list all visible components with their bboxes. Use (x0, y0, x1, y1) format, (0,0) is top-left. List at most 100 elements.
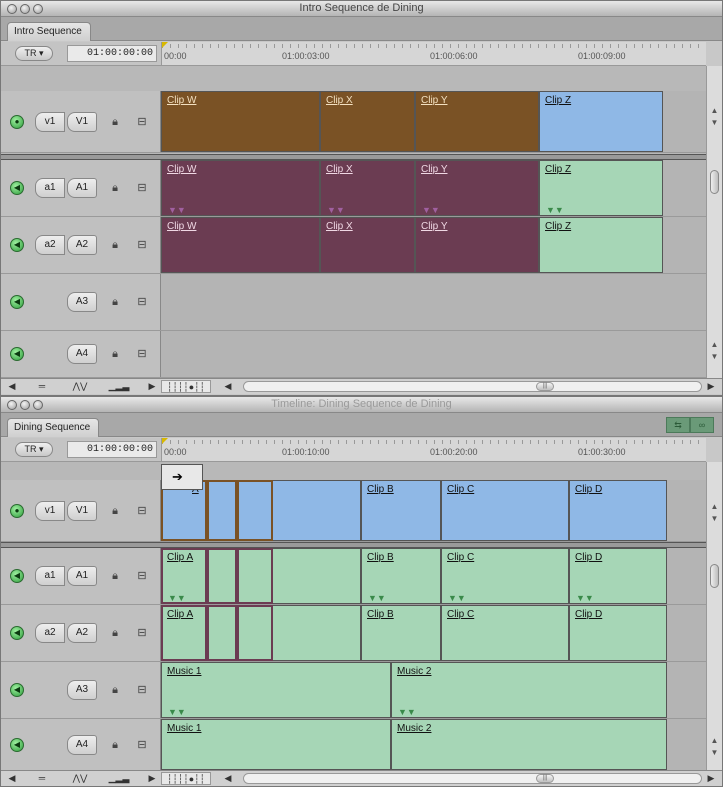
track-height-icon[interactable]: ═ (25, 772, 59, 785)
clip[interactable]: Clip Z ▼▼ (539, 160, 663, 216)
zoom-slider[interactable]: ┆┆┆┆●┆┆ (161, 380, 211, 393)
horizontal-scrollbar[interactable]: ||| (243, 381, 702, 392)
clip[interactable]: Clip C (441, 480, 569, 541)
clip[interactable]: Clip X ▼▼ (320, 160, 415, 216)
audio-toggle-icon[interactable]: ◀︎ (5, 380, 19, 393)
lock-icon[interactable]: 🔒︎ (109, 626, 121, 640)
clip[interactable]: Music 1 (161, 719, 391, 770)
link-icon[interactable]: ⊟ (135, 683, 149, 697)
scroll-thumb[interactable]: ||| (536, 774, 554, 783)
lock-icon[interactable]: 🔒︎ (109, 295, 121, 309)
tr-popup[interactable]: TR ▾ (15, 46, 53, 61)
clip[interactable]: Clip W ▼▼ (161, 160, 320, 216)
link-icon[interactable]: ⊟ (135, 569, 149, 583)
vertical-scrollbar-video[interactable]: ▲ ▼ (706, 462, 722, 542)
scroll-left-icon[interactable]: ◀ (217, 380, 239, 393)
lock-icon[interactable]: 🔒︎ (109, 569, 121, 583)
clip[interactable]: Music 2 (391, 719, 667, 770)
scroll-right-icon[interactable]: ▶ (704, 380, 718, 393)
lock-icon[interactable]: 🔒︎ (109, 181, 121, 195)
timecode-field[interactable]: 01:00:00:00 (67, 441, 157, 458)
speaker-icon[interactable]: ◀︎ (10, 626, 24, 640)
link-icon[interactable]: ⊟ (135, 238, 149, 252)
track-area-a3[interactable] (161, 274, 706, 330)
source-control-a2[interactable]: a2 (35, 623, 65, 643)
scroll-up-icon[interactable]: ▲ (707, 736, 722, 745)
vertical-scrollbar-video[interactable]: ▲ ▼ (706, 66, 722, 154)
link-icon[interactable]: ⊟ (135, 504, 149, 518)
audio-toggle-icon[interactable]: ◀︎ (5, 772, 19, 785)
clip-overlays-icon[interactable]: ⋀⋁ (63, 380, 97, 393)
eye-icon[interactable]: ● (10, 114, 24, 129)
speaker-icon[interactable]: ◀︎ (10, 569, 24, 583)
clip[interactable]: Clip D (569, 605, 667, 661)
timecode-field[interactable]: 01:00:00:00 (67, 45, 157, 62)
scroll-up-icon[interactable]: ▲ (707, 502, 722, 511)
clip[interactable]: Clip Y (415, 217, 539, 273)
clip-overlays-icon[interactable]: ⋀⋁ (63, 772, 97, 785)
track-area-a4[interactable]: Music 1 Music 2 (161, 719, 706, 770)
track-size-icon[interactable]: ▁▂▃ (99, 380, 139, 393)
speaker-icon[interactable]: ◀︎ (10, 683, 24, 697)
destination-control-a4[interactable]: A4 (67, 344, 97, 364)
time-ruler[interactable]: 00:00 01:00:03:00 01:00:06:00 01:00:09:0… (161, 42, 706, 66)
link-icon[interactable]: ⊟ (135, 738, 149, 752)
scroll-up-icon[interactable]: ▲ (707, 340, 722, 349)
scroll-thumb[interactable] (710, 170, 719, 194)
clip[interactable]: Clip X (320, 217, 415, 273)
speaker-icon[interactable]: ◀︎ (10, 295, 24, 309)
clip[interactable]: Clip B (361, 480, 441, 541)
clip[interactable]: Clip X (320, 91, 415, 152)
clip[interactable]: Clip D (569, 480, 667, 541)
track-height-icon[interactable]: ═ (25, 380, 59, 393)
destination-control-a3[interactable]: A3 (67, 292, 97, 312)
vertical-scrollbar-audio[interactable]: ▲ ▼ (706, 154, 722, 378)
track-area-v1[interactable]: Clip W Clip X Clip Y Clip Z (161, 91, 706, 152)
vertical-scrollbar-audio[interactable]: ▲ ▼ (706, 542, 722, 771)
track-area-a1[interactable]: Clip A ▼▼ Clip B ▼▼ Clip C ▼▼ Clip D ▼▼ (161, 548, 706, 604)
destination-control-a1[interactable]: A1 (67, 566, 97, 586)
window-titlebar[interactable]: Timeline: Dining Sequence de Dining (1, 397, 722, 413)
link-icon[interactable]: ⊟ (135, 115, 149, 129)
scroll-down-icon[interactable]: ▼ (707, 352, 722, 361)
time-ruler[interactable]: 00:00 01:00:10:00 01:00:20:00 01:00:30:0… (161, 438, 706, 462)
destination-control-a3[interactable]: A3 (67, 680, 97, 700)
speaker-icon[interactable]: ◀︎ (10, 737, 24, 752)
playhead-icon[interactable] (162, 42, 168, 48)
scroll-right-icon[interactable]: ▶ (704, 772, 718, 785)
clip[interactable]: Clip Z (539, 91, 663, 152)
scroll-left-icon[interactable]: ◀ (217, 772, 239, 785)
destination-control-a1[interactable]: A1 (67, 178, 97, 198)
source-control-a2[interactable]: a2 (35, 235, 65, 255)
link-icon[interactable]: ⊟ (135, 295, 149, 309)
link-icon[interactable]: ⊟ (135, 347, 149, 361)
destination-control-a4[interactable]: A4 (67, 734, 97, 755)
source-control-v1[interactable]: v1 (35, 500, 65, 521)
linking-icon[interactable]: ∞ (690, 417, 714, 433)
track-area-a1[interactable]: Clip W ▼▼ Clip X ▼▼ Clip Y ▼▼ Clip Z ▼▼ (161, 160, 706, 216)
lock-icon[interactable]: 🔒︎ (109, 238, 121, 252)
clip[interactable]: Clip C ▼▼ (441, 548, 569, 604)
source-control-v1[interactable]: v1 (35, 111, 65, 132)
lock-icon[interactable]: 🔒︎ (109, 347, 121, 361)
track-area-a4[interactable] (161, 331, 706, 377)
scroll-thumb[interactable]: ||| (536, 382, 554, 391)
destination-control-v1[interactable]: V1 (67, 500, 97, 521)
lock-icon[interactable]: 🔒︎ (109, 115, 121, 129)
snapping-icon[interactable]: ⇆ (666, 417, 690, 433)
clip[interactable]: Clip W (161, 91, 320, 152)
source-control-a1[interactable]: a1 (35, 566, 65, 586)
speaker-icon[interactable]: ◀︎ (10, 181, 24, 195)
speaker-icon[interactable]: ◀︎ (10, 347, 24, 361)
clip[interactable]: Clip Y (415, 91, 539, 152)
destination-control-a2[interactable]: A2 (67, 623, 97, 643)
clip[interactable]: Clip D ▼▼ (569, 548, 667, 604)
horizontal-scrollbar[interactable]: ||| (243, 773, 702, 784)
track-area-a3[interactable]: Music 1 ▼▼ Music 2 ▼▼ (161, 662, 706, 718)
clip[interactable]: Music 2 ▼▼ (391, 662, 667, 718)
playhead-icon[interactable] (162, 438, 168, 444)
eye-icon[interactable]: ● (10, 503, 24, 518)
clip[interactable]: Clip B (361, 605, 441, 661)
lock-icon[interactable]: 🔒︎ (109, 504, 121, 518)
clip[interactable]: Clip Y ▼▼ (415, 160, 539, 216)
